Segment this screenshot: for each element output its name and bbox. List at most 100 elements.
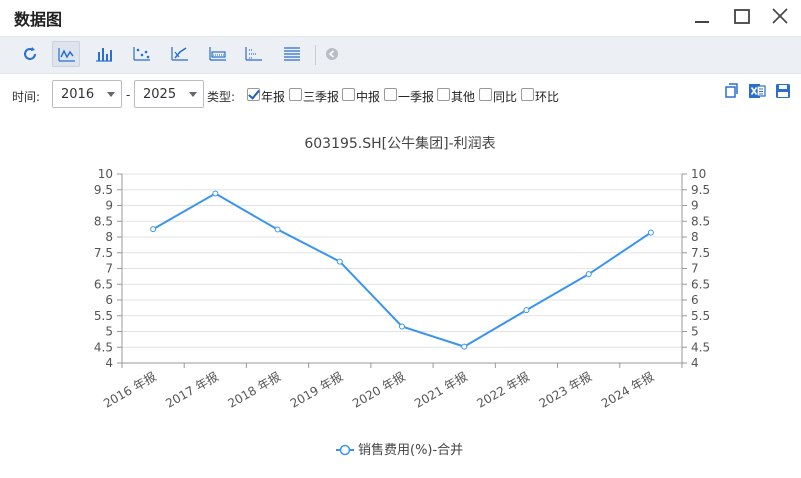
line-chart: 603195.SH[公牛集团]-利润表4 44.5 4.55 55.5 5.56 66.5… xyxy=(94,135,710,458)
end-year-value: 2025 xyxy=(143,87,177,102)
table-button[interactable] xyxy=(278,41,306,67)
checkbox-mom-label: 环比 xyxy=(535,90,560,104)
checkbox-q1-label: 一季报 xyxy=(398,90,435,104)
start-year-select[interactable]: 2016 xyxy=(52,80,122,108)
end-year-select[interactable]: 2025 xyxy=(134,80,204,108)
y-tick-label-right: 6 xyxy=(691,293,699,307)
copy-button[interactable] xyxy=(722,82,740,100)
export-excel-button[interactable] xyxy=(748,82,766,100)
legend-label: 销售费用(%)-合并 xyxy=(358,442,463,458)
y-tick-label-right: 4.5 xyxy=(691,340,710,354)
x-tick-label: 2023 年报 xyxy=(536,369,594,411)
x-tick-label: 2017 年报 xyxy=(163,369,221,411)
y-tick-label: 8 xyxy=(105,230,113,244)
x-tick-label: 2022 年报 xyxy=(474,369,532,411)
type-label: 类型: xyxy=(207,90,236,104)
data-point xyxy=(523,307,530,314)
y-tick-label: 6 xyxy=(105,293,113,307)
area-chart-button[interactable] xyxy=(204,41,232,67)
bar-chart-icon xyxy=(96,48,112,62)
trend-chart-icon xyxy=(171,47,188,61)
y-tick-label: 9.5 xyxy=(94,183,113,197)
x-tick-label: 2020 年报 xyxy=(349,369,407,411)
y-tick-label: 6.5 xyxy=(94,277,113,291)
checkbox-yoy-label: 同比 xyxy=(493,90,518,104)
y-tick-label-right: 8 xyxy=(691,230,699,244)
toolbar xyxy=(0,36,801,74)
y-tick-label-right: 7 xyxy=(691,262,699,276)
checkbox-yoy[interactable] xyxy=(479,88,492,101)
dot-chart-button[interactable] xyxy=(240,41,268,67)
area-chart-icon xyxy=(209,47,226,61)
y-tick-label-right: 9 xyxy=(691,199,699,213)
y-tick-label-right: 9.5 xyxy=(691,183,710,197)
checkbox-mom[interactable] xyxy=(521,88,534,101)
data-point xyxy=(274,226,281,233)
data-point xyxy=(585,271,592,278)
checkbox-other[interactable] xyxy=(437,88,450,101)
x-tick-label: 2019 年报 xyxy=(287,369,345,411)
time-label: 时间: xyxy=(12,90,41,104)
data-point xyxy=(461,343,468,350)
y-tick-label-right: 10 xyxy=(691,167,706,181)
line-chart-icon xyxy=(58,48,75,62)
y-tick-label-right: 6.5 xyxy=(691,277,710,291)
copy-icon xyxy=(725,83,738,98)
y-tick-label: 8.5 xyxy=(94,214,113,228)
range-dash: - xyxy=(126,88,131,102)
chevron-down-icon xyxy=(189,92,197,97)
window-title: 数据图 xyxy=(14,10,63,29)
checkbox-q1[interactable] xyxy=(384,88,397,101)
checkbox-annual-label: 年报 xyxy=(261,90,286,104)
save-icon xyxy=(776,84,790,98)
save-button[interactable] xyxy=(774,82,792,100)
y-tick-label: 4 xyxy=(105,356,113,370)
checkbox-q3[interactable] xyxy=(289,88,302,101)
x-tick-label: 2024 年报 xyxy=(598,369,656,411)
chart-title: 603195.SH[公牛集团]-利润表 xyxy=(304,135,495,152)
maximize-button[interactable] xyxy=(730,6,754,28)
y-tick-label-right: 5 xyxy=(691,325,699,339)
checkbox-q3-label: 三季报 xyxy=(303,90,340,104)
data-point xyxy=(336,258,343,265)
scatter-chart-button[interactable] xyxy=(128,41,156,67)
y-tick-label: 5 xyxy=(105,325,113,339)
start-year-value: 2016 xyxy=(61,87,95,102)
checkbox-annual[interactable] xyxy=(247,88,260,101)
title-bar: 数据图 xyxy=(0,0,801,36)
checkbox-other-label: 其他 xyxy=(451,90,476,104)
line-chart-button[interactable] xyxy=(52,41,80,67)
data-point xyxy=(150,226,157,233)
x-tick-label: 2021 年报 xyxy=(412,369,470,411)
chevron-down-icon xyxy=(107,92,115,97)
excel-icon xyxy=(749,84,766,98)
legend-marker xyxy=(339,444,351,456)
toolbar-separator xyxy=(315,45,316,65)
y-tick-label: 7.5 xyxy=(94,246,113,260)
y-tick-label: 9 xyxy=(105,199,113,213)
trend-chart-button[interactable] xyxy=(166,41,194,67)
data-point xyxy=(212,190,219,197)
y-tick-label: 4.5 xyxy=(94,340,113,354)
scatter-chart-icon xyxy=(133,47,150,61)
checkbox-interim[interactable] xyxy=(342,88,355,101)
y-tick-label-right: 4 xyxy=(691,356,699,370)
data-point xyxy=(647,229,654,236)
close-button[interactable] xyxy=(768,6,792,28)
refresh-icon xyxy=(24,47,36,60)
refresh-button[interactable] xyxy=(16,41,44,67)
minimize-button[interactable] xyxy=(690,6,714,28)
filter-bar: 时间: 2016 - 2025 类型: 年报 三季报 中报 一季报 其他 同比 … xyxy=(0,72,801,118)
x-tick-label: 2018 年报 xyxy=(225,369,283,411)
y-tick-label-right: 7.5 xyxy=(691,246,710,260)
bar-chart-button[interactable] xyxy=(90,41,118,67)
y-tick-label: 10 xyxy=(98,167,113,181)
data-point xyxy=(399,323,405,330)
collapse-icon xyxy=(326,48,338,60)
x-tick-label: 2016 年报 xyxy=(101,369,159,411)
dot-chart-icon xyxy=(245,47,262,61)
collapse-button[interactable] xyxy=(318,41,346,67)
checkbox-interim-label: 中报 xyxy=(356,90,381,104)
table-icon xyxy=(284,47,300,61)
y-tick-label-right: 8.5 xyxy=(691,214,710,228)
